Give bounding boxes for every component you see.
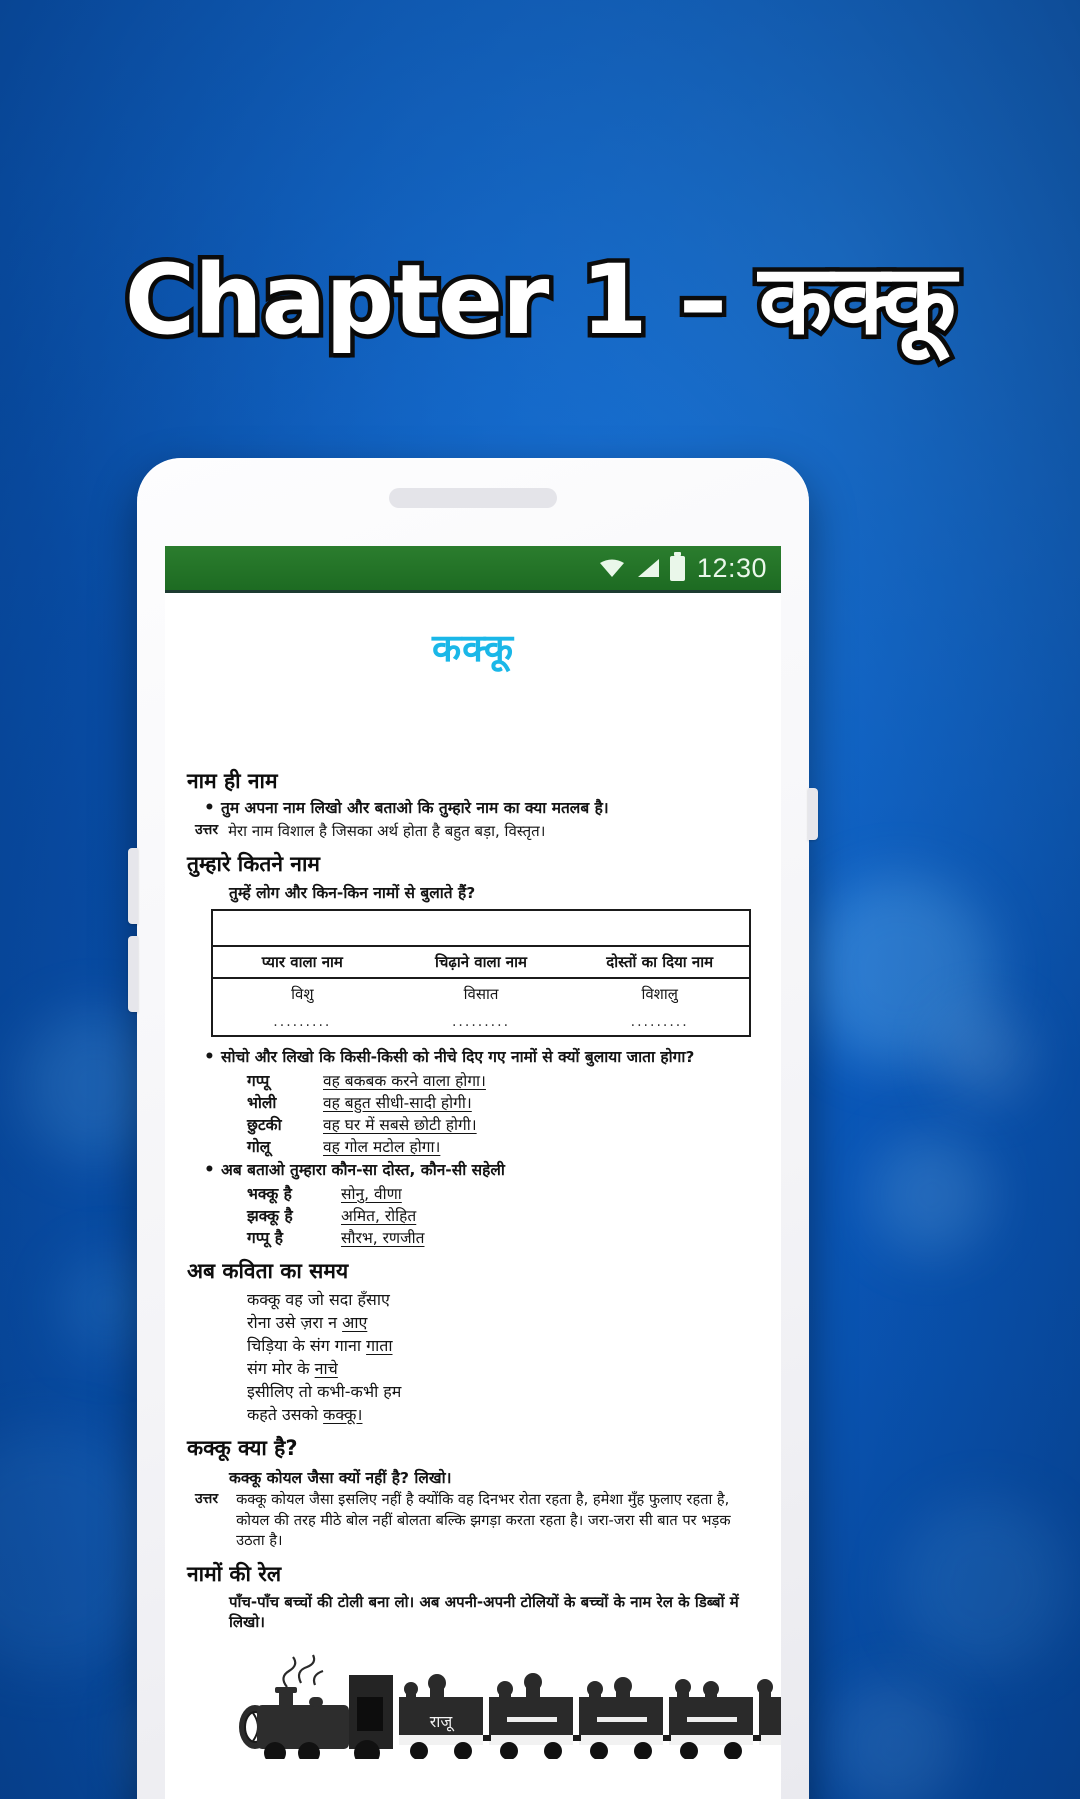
list-item: गप्पू है सौरभ, रणजीत — [247, 1227, 759, 1249]
list-item: झक्कू है अमित, रोहित — [247, 1205, 759, 1227]
list-item: भोली वह बहुत सीधी-सादी होगी। — [247, 1092, 759, 1114]
table-header-cell: प्यार वाला नाम — [261, 952, 343, 971]
answer-row: उत्तर कक्कू कोयल जैसा इसलिए नहीं है क्यो… — [195, 1490, 759, 1552]
reason: वह बकबक करने वाला होगा। — [323, 1071, 486, 1090]
friend-names: सोनु, वीणा — [341, 1184, 402, 1203]
table-row: ......... ......... ......... — [213, 1009, 749, 1035]
phone-screen: 12:30 कक्कू नाम ही नाम तुम अपना नाम लिखो… — [165, 546, 781, 1799]
poem-line: रोना उसे ज़रा न आए — [247, 1312, 368, 1332]
names-table: प्यार वाला नाम चिढ़ाने वाला नाम दोस्तों … — [211, 908, 751, 1037]
volume-down-button[interactable] — [128, 936, 138, 1012]
section-heading-tumhare-kitne-naam: तुम्हारे कितने नाम — [187, 851, 320, 876]
promo-headline: Chapter 1 – कक्कू — [120, 244, 960, 356]
friend-names: सौरभ, रणजीत — [341, 1228, 425, 1247]
poem-line: कहते उसको कक्कू। — [247, 1404, 363, 1424]
table-header-row: प्यार वाला नाम चिढ़ाने वाला नाम दोस्तों … — [213, 944, 749, 977]
question-text: कक्कू कोयल जैसा क्यों नहीं है? लिखो। — [229, 1468, 452, 1487]
nickname-reason-list: गप्पू वह बकबक करने वाला होगा। भोली वह बह… — [247, 1070, 759, 1158]
list-item: छुटकी वह घर में सबसे छोटी होगी। — [247, 1114, 759, 1136]
question-text: अब बताओ तुम्हारा कौन-सा दोस्त, कौन-सी सह… — [204, 1159, 759, 1182]
list-item: भक्कू है सोनु, वीणा — [247, 1183, 759, 1205]
instruction-text: पाँच-पाँच बच्चों की टोली बना लो। अब अपनी… — [229, 1593, 739, 1632]
status-bar: 12:30 — [165, 546, 781, 593]
friend-label: झक्कू है — [247, 1206, 293, 1225]
table-cell: विशु — [291, 984, 314, 1003]
train-car-label: राजू — [430, 1712, 456, 1732]
answer-label: उत्तर — [195, 821, 219, 838]
table-cell: ......... — [630, 1013, 689, 1030]
friend-label: भक्कू है — [247, 1184, 292, 1203]
phone-mockup: 12:30 कक्कू नाम ही नाम तुम अपना नाम लिखो… — [128, 458, 818, 1799]
section-heading-naamon-ki-rail: नामों की रेल — [187, 1562, 282, 1587]
poem-line: संग मोर के नाचे — [247, 1358, 338, 1378]
table-cell: ......... — [451, 1013, 511, 1030]
nickname: छुटकी — [247, 1115, 282, 1134]
table-blank-row — [213, 911, 749, 945]
poem-line: चिड़िया के संग गाना गाता — [247, 1335, 393, 1355]
poem-line: कक्कू वह जो सदा हँसाए — [247, 1289, 390, 1309]
reason: वह घर में सबसे छोटी होगी। — [323, 1115, 477, 1134]
section-heading-naam-hi-naam: नाम ही नाम — [187, 769, 278, 793]
train-illustration: राजू — [223, 1639, 781, 1766]
reason: वह बहुत सीधी-सादी होगी। — [323, 1093, 472, 1112]
section-heading-ab-kavita-ka-samay: अब कविता का समय — [187, 1258, 349, 1283]
list-item: गोलू वह गोल मटोल होगा। — [247, 1136, 759, 1158]
table-cell: विसात — [463, 984, 499, 1003]
question-text: तुम अपना नाम लिखो और बताओ कि तुम्हारे ना… — [204, 797, 759, 820]
table-header-cell: दोस्तों का दिया नाम — [606, 952, 714, 971]
nickname: गोलू — [247, 1137, 271, 1156]
answer-text: कक्कू कोयल जैसा इसलिए नहीं है क्योंकि वह… — [236, 1490, 731, 1550]
power-button[interactable] — [808, 788, 818, 840]
section-heading-kakku-kya-hai: कक्कू क्या है? — [187, 1435, 298, 1460]
phone-earpiece — [389, 488, 557, 508]
answer-label: उत्तर — [195, 1490, 219, 1507]
battery-icon — [669, 551, 685, 581]
table-row: विशु विसात विशालु — [213, 976, 749, 1009]
table-header-cell: चिढ़ाने वाला नाम — [435, 952, 527, 971]
wifi-icon — [599, 559, 624, 577]
textbook-page: कक्कू नाम ही नाम तुम अपना नाम लिखो और बत… — [165, 621, 781, 1799]
friend-names: अमित, रोहित — [341, 1206, 417, 1225]
train-drawing: राजू — [239, 1654, 781, 1766]
table-cell: ......... — [273, 1013, 332, 1030]
status-bar-time: 12:30 — [696, 552, 767, 583]
answer-text: मेरा नाम विशाल है जिसका अर्थ होता है बहु… — [228, 821, 546, 840]
question-text: सोचो और लिखो कि किसी-किसी को नीचे दिए गए… — [204, 1046, 759, 1069]
table-cell: विशालु — [641, 984, 678, 1003]
list-item: गप्पू वह बकबक करने वाला होगा। — [247, 1070, 759, 1092]
sub-question: तुम्हें लोग और किन-किन नामों से बुलाते ह… — [229, 883, 476, 902]
nickname: गप्पू — [247, 1071, 270, 1090]
promo-graphic: Chapter 1 – कक्कू 12:30 कक्कू नाम ही नाम… — [0, 0, 1080, 1799]
answer-row: उत्तर मेरा नाम विशाल है जिसका अर्थ होता … — [195, 821, 759, 842]
volume-up-button[interactable] — [128, 848, 138, 924]
page-title: कक्कू — [431, 626, 515, 670]
poem-block: कक्कू वह जो सदा हँसाए रोना उसे ज़रा न आए… — [247, 1288, 759, 1426]
friend-name-list: भक्कू है सोनु, वीणा झक्कू है अमित, रोहित… — [247, 1183, 759, 1249]
signal-icon — [637, 559, 659, 577]
friend-label: गप्पू है — [247, 1228, 283, 1247]
poem-line: इसीलिए तो कभी-कभी हम — [247, 1381, 402, 1401]
title-spacer — [187, 673, 759, 759]
nickname: भोली — [247, 1093, 277, 1112]
reason: वह गोल मटोल होगा। — [323, 1137, 441, 1156]
